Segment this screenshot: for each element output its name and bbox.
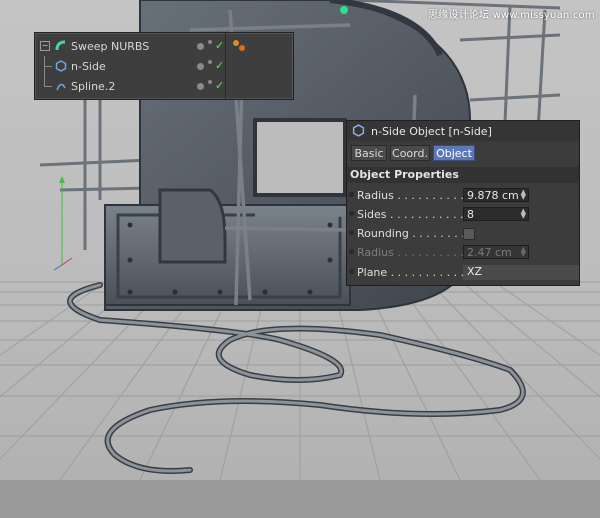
rounding-radius-value: 2.47 cm xyxy=(467,246,512,259)
tab-object[interactable]: Object xyxy=(433,145,475,161)
param-label: Radius . . . . . . . . . . . xyxy=(357,189,471,202)
object-row-spline[interactable]: Spline.2 ✓ xyxy=(35,66,293,96)
animate-radio-icon[interactable] xyxy=(349,211,354,216)
plane-dropdown[interactable]: XZ xyxy=(463,265,579,280)
editor-visibility-dot[interactable] xyxy=(197,43,204,50)
enabled-check-icon[interactable]: ✓ xyxy=(215,59,224,72)
object-row-sweep-nurbs[interactable]: − Sweep NURBS ✓ xyxy=(35,36,293,56)
spinner-arrows-icon[interactable]: ▲ ▼ xyxy=(521,189,526,201)
tree-line xyxy=(44,56,45,66)
rounding-checkbox[interactable] xyxy=(463,228,475,240)
param-row-sides: Sides . . . . . . . . . . . . 8 ▲ ▼ xyxy=(347,205,579,224)
sweep-nurbs-icon xyxy=(55,40,66,51)
radius-value: 9.878 cm xyxy=(467,189,519,202)
editor-visibility-dot[interactable] xyxy=(197,63,204,70)
param-label: Radius . . . . . . . . . . . xyxy=(357,246,471,259)
n-side-icon xyxy=(55,60,67,72)
watermark-text: 思缘设计论坛 www.missyuan.com xyxy=(428,10,595,21)
tree-line xyxy=(44,66,45,86)
tree-line xyxy=(44,66,52,67)
param-row-rounding: Rounding . . . . . . . . xyxy=(347,224,579,243)
spline-icon xyxy=(55,80,66,91)
spinner-arrows-icon[interactable]: ▲ ▼ xyxy=(521,208,526,220)
param-label: Sides . . . . . . . . . . . . xyxy=(357,208,471,221)
param-row-plane: Plane . . . . . . . . . . . XZ xyxy=(347,263,579,282)
attribute-title-bar: n-Side Object [n-Side] xyxy=(347,121,579,141)
attribute-title: n-Side Object [n-Side] xyxy=(371,125,492,138)
render-visibility-dot[interactable] xyxy=(208,80,212,84)
param-label: Rounding . . . . . . . . xyxy=(357,227,465,240)
animate-radio-icon[interactable] xyxy=(349,249,354,254)
render-visibility-dot[interactable] xyxy=(208,60,212,64)
tab-coord[interactable]: Coord. xyxy=(390,145,430,161)
selection-marker[interactable] xyxy=(340,6,348,14)
enabled-check-icon[interactable]: ✓ xyxy=(215,79,224,92)
object-label: Sweep NURBS xyxy=(71,40,150,53)
animate-radio-icon[interactable] xyxy=(349,230,354,235)
editor-visibility-dot[interactable] xyxy=(197,83,204,90)
rounding-radius-input[interactable]: 2.47 cm ▲ ▼ xyxy=(463,245,529,259)
attribute-manager-panel: n-Side Object [n-Side] Basic Coord. Obje… xyxy=(346,120,580,286)
tag-icon[interactable] xyxy=(233,40,239,46)
tree-line xyxy=(44,86,52,87)
bottom-strip xyxy=(0,480,600,518)
param-row-rounding-radius: Radius . . . . . . . . . . . 2.47 cm ▲ ▼ xyxy=(347,243,579,262)
enabled-check-icon[interactable]: ✓ xyxy=(215,39,224,52)
collapse-toggle-icon[interactable]: − xyxy=(40,41,50,51)
radius-input[interactable]: 9.878 cm ▲ ▼ xyxy=(463,188,529,202)
sides-value: 8 xyxy=(467,208,474,221)
object-manager-panel: − Sweep NURBS ✓ n-Side ✓ Spline.2 ✓ xyxy=(34,32,294,100)
animate-radio-icon[interactable] xyxy=(349,269,354,274)
object-row-n-side[interactable]: n-Side ✓ xyxy=(35,56,293,76)
section-header-object-properties: Object Properties xyxy=(347,167,579,183)
sides-input[interactable]: 8 ▲ ▼ xyxy=(463,207,529,221)
animate-radio-icon[interactable] xyxy=(349,192,354,197)
object-label: n-Side xyxy=(71,60,106,73)
render-visibility-dot[interactable] xyxy=(208,40,212,44)
object-label: Spline.2 xyxy=(71,80,116,93)
n-side-icon xyxy=(352,124,365,140)
param-label: Plane . . . . . . . . . . . xyxy=(357,266,465,279)
param-row-radius: Radius . . . . . . . . . . . 9.878 cm ▲ ▼ xyxy=(347,186,579,205)
spinner-arrows-icon[interactable]: ▲ ▼ xyxy=(521,246,526,258)
tag-icon-secondary[interactable] xyxy=(239,45,245,51)
tab-basic[interactable]: Basic xyxy=(351,145,387,161)
